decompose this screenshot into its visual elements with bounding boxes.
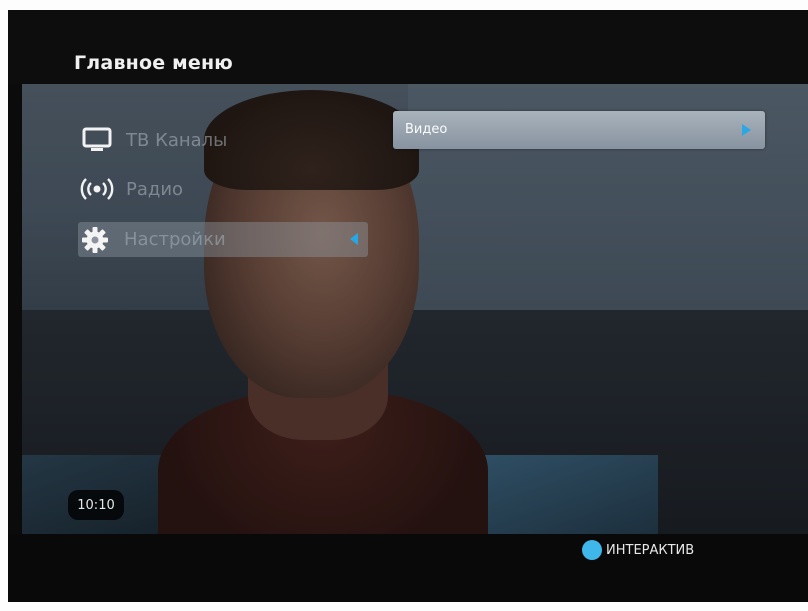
clock: 10:10 [68,490,124,520]
tv-screen: Главное меню ТВ Каналы Радио Настройки В… [8,10,808,602]
menu-item-label: ТВ Каналы [126,129,228,151]
menu-item-settings[interactable]: Настройки [78,222,368,257]
interactive-label: ИНТЕРАКТИВ [606,542,695,558]
video-background [8,10,808,602]
menu-item-radio[interactable]: Радио [80,171,400,207]
arrow-left-icon [350,233,358,245]
menu-item-tv-channels[interactable]: ТВ Каналы [80,122,400,158]
blue-button-icon [582,540,602,560]
menu-item-label: Настройки [124,229,226,250]
gear-icon [78,226,112,253]
menu-title: Главное меню [74,52,233,74]
submenu-item-video[interactable]: Видео [393,111,765,149]
menu-item-label: Радио [126,178,184,200]
arrow-right-icon [742,124,751,136]
radio-icon [80,176,114,202]
interactive-hint[interactable]: ИНТЕРАКТИВ [582,540,694,560]
submenu-item-label: Видео [405,122,448,137]
tv-icon [80,127,114,153]
